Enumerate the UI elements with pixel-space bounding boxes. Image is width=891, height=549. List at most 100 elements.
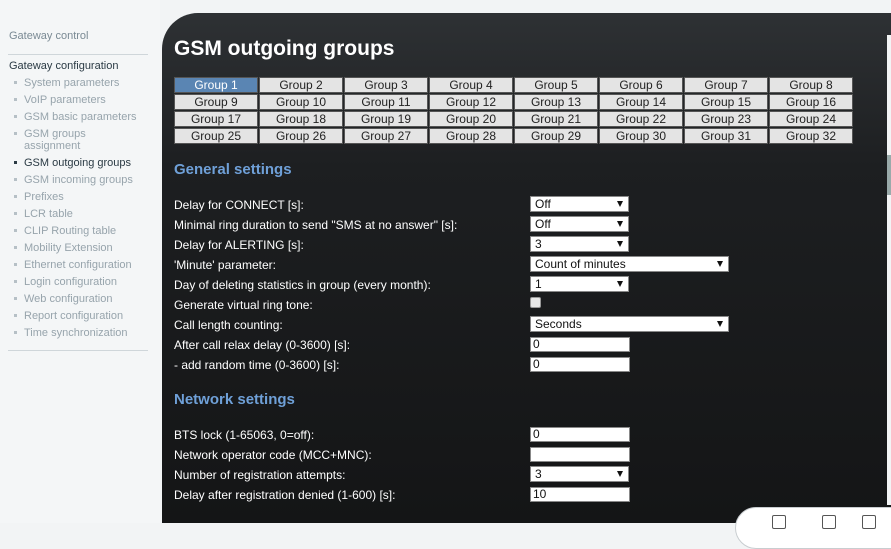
sidebar-item-report-configuration[interactable]: Report configuration: [14, 310, 149, 322]
tab-group-30[interactable]: Group 30: [599, 128, 683, 144]
tab-group-29[interactable]: Group 29: [514, 128, 598, 144]
gateway-control-link[interactable]: Gateway control: [9, 30, 88, 42]
bullet-icon: [14, 114, 17, 118]
virtual-ring-tone-checkbox[interactable]: [530, 297, 541, 308]
sidebar-item-gsm-groups-assignment[interactable]: GSM groups assignment: [14, 128, 149, 152]
sidebar-item-voip-parameters[interactable]: VoIP parameters: [14, 94, 149, 106]
bullet-icon: [14, 228, 17, 232]
after-call-relax-delay-input[interactable]: 0: [530, 337, 630, 352]
registration-denied-delay-input[interactable]: 10: [530, 487, 630, 502]
tab-group-15[interactable]: Group 15: [684, 94, 768, 110]
tab-group-25[interactable]: Group 25: [174, 128, 258, 144]
tab-group-24[interactable]: Group 24: [769, 111, 853, 127]
sidebar-item-gsm-basic-parameters[interactable]: GSM basic parameters: [14, 111, 149, 123]
tab-group-8[interactable]: Group 8: [769, 77, 853, 93]
tab-group-11[interactable]: Group 11: [344, 94, 428, 110]
bts-lock-input[interactable]: 0: [530, 427, 630, 442]
tab-group-22[interactable]: Group 22: [599, 111, 683, 127]
tab-group-23[interactable]: Group 23: [684, 111, 768, 127]
sidebar-item-gsm-incoming-groups[interactable]: GSM incoming groups: [14, 174, 149, 186]
bullet-icon: [14, 97, 17, 101]
delay-connect-select[interactable]: Off: [530, 196, 629, 212]
page-title: GSM outgoing groups: [174, 37, 395, 60]
call-length-counting-select[interactable]: Seconds: [530, 316, 729, 332]
minute-parameter-select[interactable]: Count of minutes: [530, 256, 729, 272]
tab-group-21[interactable]: Group 21: [514, 111, 598, 127]
tab-group-17[interactable]: Group 17: [174, 111, 258, 127]
network-settings-heading: Network settings: [174, 391, 295, 408]
tab-group-6[interactable]: Group 6: [599, 77, 683, 93]
export-icon[interactable]: [822, 515, 836, 529]
tab-group-7[interactable]: Group 7: [684, 77, 768, 93]
registration-denied-delay-label: Delay after registration denied (1-600) …: [174, 488, 396, 502]
bullet-icon: [14, 262, 17, 266]
bullet-icon: [14, 80, 17, 84]
day-deleting-statistics-label: Day of deleting statistics in group (eve…: [174, 278, 431, 292]
min-ring-duration-label: Minimal ring duration to send "SMS at no…: [174, 218, 458, 232]
main-panel: GSM outgoing groups Group 1 Group 2 Group …: [162, 13, 891, 523]
virtual-ring-tone-label: Generate virtual ring tone:: [174, 298, 313, 312]
sidebar-item-clip-routing-table[interactable]: CLIP Routing table: [14, 225, 149, 237]
sidebar-item-lcr-table[interactable]: LCR table: [14, 208, 149, 220]
tab-group-19[interactable]: Group 19: [344, 111, 428, 127]
call-length-counting-label: Call length counting:: [174, 318, 283, 332]
edit-icon[interactable]: [862, 515, 876, 529]
delay-alerting-label: Delay for ALERTING [s]:: [174, 238, 304, 252]
sidebar-item-web-configuration[interactable]: Web configuration: [14, 293, 149, 305]
tab-group-32[interactable]: Group 32: [769, 128, 853, 144]
group-tabs: Group 1 Group 2 Group 3 Group 4 Group 5 Group…: [174, 77, 853, 144]
tab-group-9[interactable]: Group 9: [174, 94, 258, 110]
sidebar-item-system-parameters[interactable]: System parameters: [14, 77, 149, 89]
network-operator-code-input[interactable]: [530, 447, 630, 462]
bullet-icon: [14, 296, 17, 300]
tab-group-20[interactable]: Group 20: [429, 111, 513, 127]
tab-group-4[interactable]: Group 4: [429, 77, 513, 93]
dropdown-arrow-icon: [717, 321, 723, 327]
scrollbar-thumb[interactable]: [887, 155, 891, 195]
dropdown-arrow-icon: [717, 261, 723, 267]
gateway-configuration-heading[interactable]: Gateway configuration: [9, 60, 118, 72]
save-icon[interactable]: [772, 515, 786, 529]
bullet-icon: [14, 279, 17, 283]
delay-alerting-select[interactable]: 3: [530, 236, 629, 252]
sidebar-item-login-configuration[interactable]: Login configuration: [14, 276, 149, 288]
minute-parameter-label: 'Minute' parameter:: [174, 258, 276, 272]
bullet-icon: [14, 245, 17, 249]
bottom-toolbar: [735, 507, 891, 549]
sidebar-divider: [8, 54, 148, 55]
add-random-time-input[interactable]: 0: [530, 357, 630, 372]
bullet-icon: [14, 177, 17, 181]
network-operator-code-label: Network operator code (MCC+MNC):: [174, 448, 372, 462]
tab-group-18[interactable]: Group 18: [259, 111, 343, 127]
sidebar-item-time-synchronization[interactable]: Time synchronization: [14, 327, 149, 339]
tab-group-12[interactable]: Group 12: [429, 94, 513, 110]
add-random-time-label: - add random time (0-3600) [s]:: [174, 358, 340, 372]
tab-group-28[interactable]: Group 28: [429, 128, 513, 144]
bullet-icon: [14, 131, 17, 135]
dropdown-arrow-icon: [617, 221, 623, 227]
sidebar-item-gsm-outgoing-groups[interactable]: GSM outgoing groups: [14, 157, 149, 169]
bullet-icon: [14, 330, 17, 334]
tab-group-2[interactable]: Group 2: [259, 77, 343, 93]
dropdown-arrow-icon: [617, 281, 623, 287]
tab-group-1[interactable]: Group 1: [174, 77, 258, 93]
vertical-scrollbar[interactable]: [887, 35, 891, 505]
sidebar-item-ethernet-configuration[interactable]: Ethernet configuration: [14, 259, 149, 271]
tab-group-26[interactable]: Group 26: [259, 128, 343, 144]
sidebar-item-mobility-extension[interactable]: Mobility Extension: [14, 242, 149, 254]
bullet-icon: [14, 160, 17, 164]
tab-group-14[interactable]: Group 14: [599, 94, 683, 110]
dropdown-arrow-icon: [617, 241, 623, 247]
tab-group-3[interactable]: Group 3: [344, 77, 428, 93]
tab-group-27[interactable]: Group 27: [344, 128, 428, 144]
sidebar-item-prefixes[interactable]: Prefixes: [14, 191, 149, 203]
tab-group-31[interactable]: Group 31: [684, 128, 768, 144]
tab-group-5[interactable]: Group 5: [514, 77, 598, 93]
tab-group-10[interactable]: Group 10: [259, 94, 343, 110]
day-deleting-statistics-select[interactable]: 1: [530, 276, 629, 292]
bullet-icon: [14, 313, 17, 317]
tab-group-16[interactable]: Group 16: [769, 94, 853, 110]
min-ring-duration-select[interactable]: Off: [530, 216, 629, 232]
registration-attempts-select[interactable]: 3: [530, 466, 629, 482]
tab-group-13[interactable]: Group 13: [514, 94, 598, 110]
